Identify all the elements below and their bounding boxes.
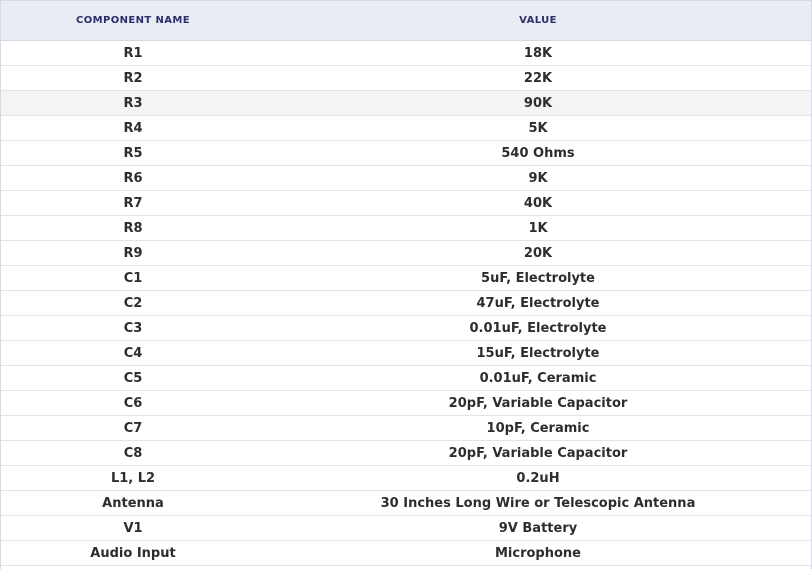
table-row: R7 40K xyxy=(1,190,811,216)
value-cell: Microphone xyxy=(265,540,811,566)
value-cell: 5K xyxy=(265,115,811,141)
component-name-cell: R6 xyxy=(1,165,265,191)
table-row: Audio Input Microphone xyxy=(1,540,811,566)
table-row: R6 9K xyxy=(1,165,811,191)
component-name-cell: V1 xyxy=(1,515,265,541)
value-cell: 5uF, Electrolyte xyxy=(265,265,811,291)
table-row: C4 15uF, Electrolyte xyxy=(1,340,811,366)
table-row: C6 20pF, Variable Capacitor xyxy=(1,390,811,416)
table-row: C5 0.01uF, Ceramic xyxy=(1,365,811,391)
component-name-cell: C1 xyxy=(1,265,265,291)
table-row: L1, L2 0.2uH xyxy=(1,465,811,491)
value-cell: 40K xyxy=(265,190,811,216)
table-row: C1 5uF, Electrolyte xyxy=(1,265,811,291)
value-cell: 15uF, Electrolyte xyxy=(265,340,811,366)
component-name-cell: C7 xyxy=(1,415,265,441)
value-cell: 90K xyxy=(265,90,811,116)
component-table-container: COMPONENT NAME VALUE R1 18K R2 22K R3 90… xyxy=(0,0,812,569)
value-cell: 0.2uH xyxy=(265,465,811,491)
value-cell: 9V Battery xyxy=(265,515,811,541)
component-name-cell: R7 xyxy=(1,190,265,216)
component-name-cell: R5 xyxy=(1,140,265,166)
component-name-cell: R8 xyxy=(1,215,265,241)
table-row: C3 0.01uF, Electrolyte xyxy=(1,315,811,341)
value-cell: 18K xyxy=(265,40,811,66)
table-row: R5 540 Ohms xyxy=(1,140,811,166)
component-name-cell: C2 xyxy=(1,290,265,316)
component-name-cell: C6 xyxy=(1,390,265,416)
table-row: R8 1K xyxy=(1,215,811,241)
value-cell: 47uF, Electrolyte xyxy=(265,290,811,316)
component-name-cell: Antenna xyxy=(1,490,265,516)
component-name-cell: R9 xyxy=(1,240,265,266)
table-row: R9 20K xyxy=(1,240,811,266)
value-cell: 0.01uF, Ceramic xyxy=(265,365,811,391)
value-cell: 0.01uF, Electrolyte xyxy=(265,315,811,341)
component-name-cell: C4 xyxy=(1,340,265,366)
table-row: C8 20pF, Variable Capacitor xyxy=(1,440,811,466)
value-cell: 9K xyxy=(265,165,811,191)
component-table: COMPONENT NAME VALUE R1 18K R2 22K R3 90… xyxy=(1,1,811,566)
component-name-cell: C5 xyxy=(1,365,265,391)
component-name-cell: Audio Input xyxy=(1,540,265,566)
value-cell: 540 Ohms xyxy=(265,140,811,166)
table-body: R1 18K R2 22K R3 90K R4 5K R5 540 Ohms R… xyxy=(1,40,811,566)
header-value: VALUE xyxy=(265,1,811,41)
table-row: C7 10pF, Ceramic xyxy=(1,415,811,441)
component-name-cell: C8 xyxy=(1,440,265,466)
component-name-cell: R3 xyxy=(1,90,265,116)
header-component-name: COMPONENT NAME xyxy=(1,1,265,41)
component-name-cell: L1, L2 xyxy=(1,465,265,491)
component-name-cell: R1 xyxy=(1,40,265,66)
table-row: R1 18K xyxy=(1,40,811,66)
component-name-cell: C3 xyxy=(1,315,265,341)
value-cell: 1K xyxy=(265,215,811,241)
table-row: V1 9V Battery xyxy=(1,515,811,541)
component-name-cell: R4 xyxy=(1,115,265,141)
table-row: Antenna 30 Inches Long Wire or Telescopi… xyxy=(1,490,811,516)
component-name-cell: R2 xyxy=(1,65,265,91)
value-cell: 20K xyxy=(265,240,811,266)
value-cell: 30 Inches Long Wire or Telescopic Antenn… xyxy=(265,490,811,516)
header-row: COMPONENT NAME VALUE xyxy=(1,1,811,41)
value-cell: 10pF, Ceramic xyxy=(265,415,811,441)
table-header: COMPONENT NAME VALUE xyxy=(1,1,811,41)
value-cell: 20pF, Variable Capacitor xyxy=(265,390,811,416)
table-row: R4 5K xyxy=(1,115,811,141)
value-cell: 20pF, Variable Capacitor xyxy=(265,440,811,466)
table-row-highlighted: R3 90K xyxy=(1,90,811,116)
table-row: R2 22K xyxy=(1,65,811,91)
table-row: C2 47uF, Electrolyte xyxy=(1,290,811,316)
value-cell: 22K xyxy=(265,65,811,91)
